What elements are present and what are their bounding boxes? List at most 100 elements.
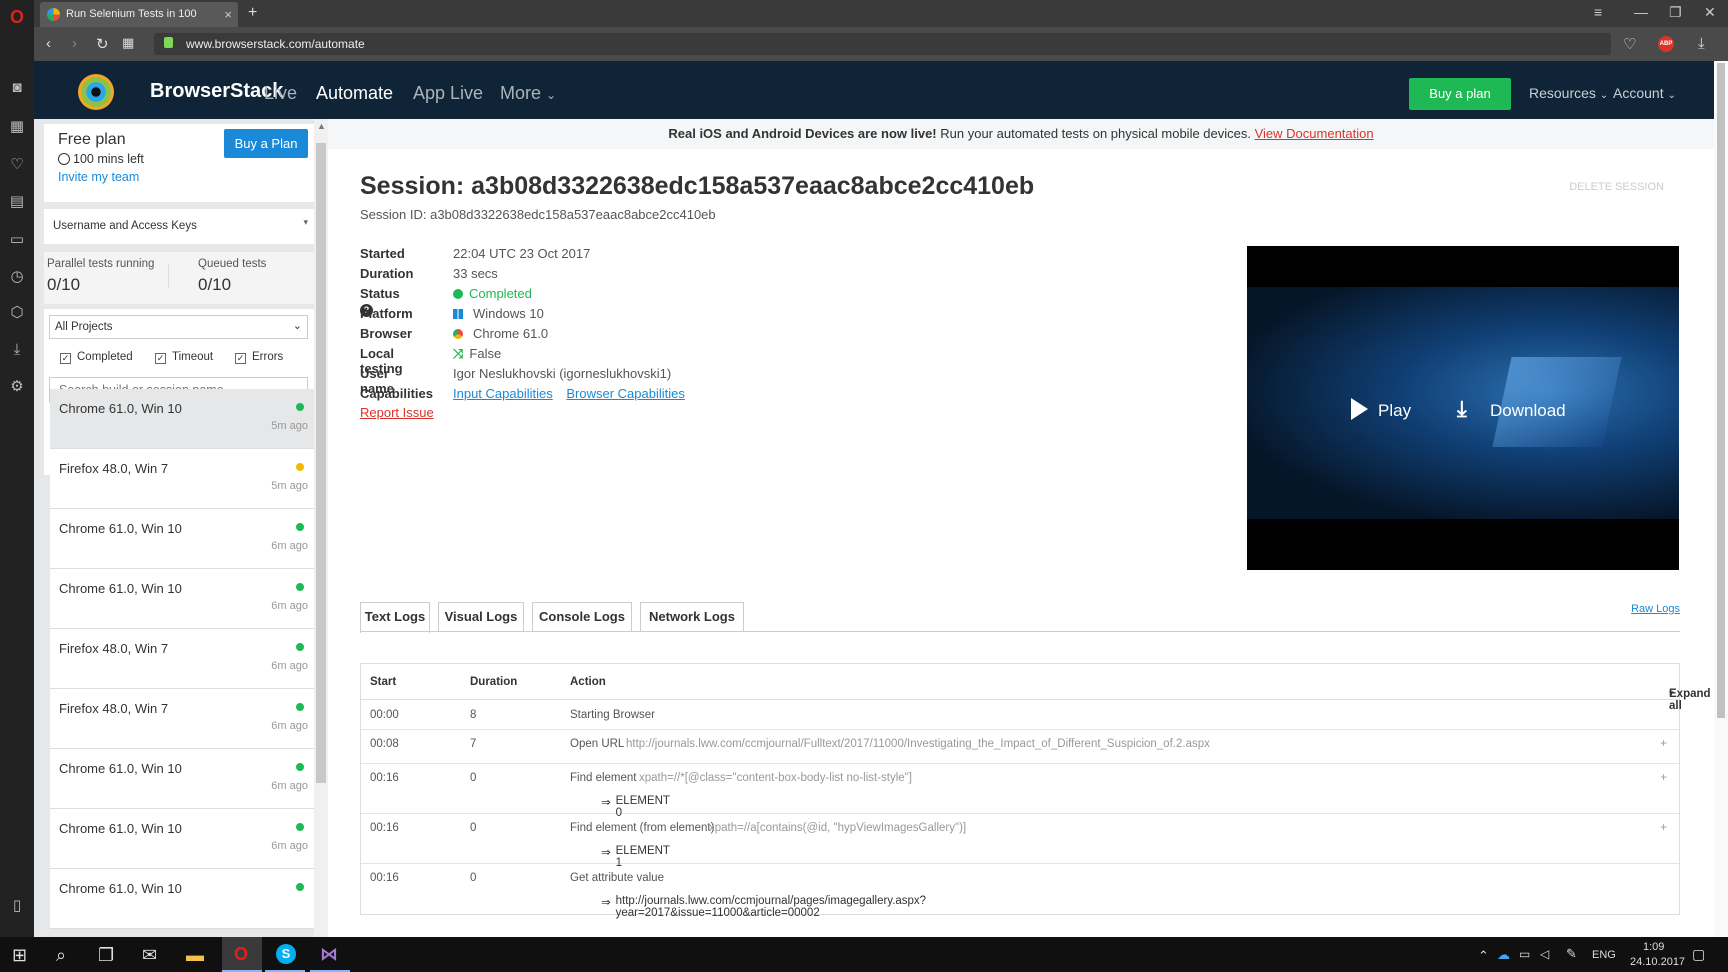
log-row[interactable]: 00:00 8 Starting Browser [361,700,1679,730]
clock-time[interactable]: 1:09 [1643,941,1664,953]
resources-chevron-icon: ⌄ [1599,90,1609,101]
session-list-item[interactable]: Firefox 48.0, Win 7 5m ago [50,449,314,509]
page-scrollbar[interactable] [1714,61,1728,937]
browser-capabilities-link[interactable]: Browser Capabilities [566,386,685,401]
project-select[interactable]: All Projects ⌄ [49,315,308,339]
volume-icon[interactable]: ◁ [1540,947,1549,961]
bookmark-heart-icon[interactable]: ♡ [1623,35,1636,53]
windows-start-icon[interactable]: ⊞ [12,945,27,966]
nav-app-live[interactable]: App Live [413,83,483,104]
skype-taskbar-app[interactable]: S [265,937,305,972]
session-list-item[interactable]: Firefox 48.0, Win 7 6m ago [50,629,314,689]
log-row[interactable]: 00:16 0 Get attribute value ⇒ http://jou… [361,864,1679,919]
nav-live[interactable]: Live [264,83,297,104]
invite-team-link[interactable]: Invite my team [58,170,139,184]
extensions-cube-icon[interactable]: ⬡ [7,303,27,323]
nav-more[interactable]: More ⌄ [500,83,556,104]
opera-taskbar-app[interactable]: O [222,937,262,972]
speed-dial-grid-icon[interactable]: ▦ [122,35,134,51]
log-detail: xpath=//a[contains(@id, "hypViewImagesGa… [709,822,967,834]
row-expand-icon[interactable]: + [1660,772,1667,784]
access-keys-panel[interactable]: Username and Access Keys ▾ [44,209,314,244]
language-indicator[interactable]: ENG [1592,949,1616,961]
tab-text-logs[interactable]: Text Logs [360,602,430,633]
new-tab-button[interactable]: + [248,4,257,22]
session-list-item[interactable]: Chrome 61.0, Win 10 [50,869,314,929]
tab-close-icon[interactable]: × [224,7,232,22]
log-row[interactable]: 00:08 7 Open URL http://journals.lww.com… [361,730,1679,764]
settings-gear-icon[interactable]: ⚙ [7,377,27,397]
stats-divider [168,264,169,288]
adblock-icon[interactable]: ABP [1658,36,1674,52]
snapshot-icon[interactable]: ◙ [7,78,27,98]
browserstack-logo-icon[interactable] [78,74,114,110]
reload-icon[interactable]: ↻ [96,35,109,53]
url-field[interactable]: www.browserstack.com/automate [154,33,1611,55]
session-list-item[interactable]: Chrome 61.0, Win 10 6m ago [50,569,314,629]
opera-logo-icon[interactable]: O [7,7,27,27]
account-chevron-icon: ⌄ [1667,90,1676,101]
sidebar-scrollbar[interactable]: ▲ [314,119,328,937]
access-keys-label: Username and Access Keys [53,220,197,232]
download-icon[interactable]: ⤓ [1457,396,1467,422]
speed-dial-icon[interactable]: ▦ [7,117,27,137]
onedrive-icon[interactable]: ☁ [1497,947,1510,963]
session-list-item[interactable]: Firefox 48.0, Win 7 6m ago [50,689,314,749]
session-video-player[interactable]: Play ⤓ Download [1247,246,1679,570]
scroll-up-icon[interactable]: ▲ [317,121,326,131]
sidebar-toggle-icon[interactable]: ▯ [7,896,27,916]
page-scroll-thumb[interactable] [1717,63,1725,718]
forward-icon[interactable]: › [72,35,77,52]
tab-console-logs[interactable]: Console Logs [532,602,632,632]
pen-icon[interactable]: ✎ [1566,946,1577,962]
tab-visual-logs[interactable]: Visual Logs [438,602,524,632]
session-list-item[interactable]: Chrome 61.0, Win 10 6m ago [50,809,314,869]
clock-date[interactable]: 24.10.2017 [1630,956,1685,968]
file-explorer-icon[interactable]: ▬ [186,945,204,966]
close-window-icon[interactable]: ✕ [1704,4,1716,21]
download-arrow-icon[interactable]: ⤓ [1698,35,1705,52]
filter-errors[interactable]: ✓ Errors [235,351,283,364]
buy-plan-button[interactable]: Buy a plan [1409,78,1511,110]
notifications-icon[interactable]: ▢ [1692,946,1705,963]
row-expand-icon[interactable]: + [1660,738,1667,750]
filter-timeout[interactable]: ✓ Timeout [155,351,213,364]
bookmarks-heart-icon[interactable]: ♡ [7,155,27,175]
news-icon[interactable]: ▤ [7,192,27,212]
task-view-icon[interactable]: ❐ [98,945,114,966]
downloads-icon[interactable]: ⤓ [7,340,27,360]
log-row[interactable]: 00:16 0 Find element xpath=//*[@class="c… [361,764,1679,819]
search-icon[interactable]: ⌕ [56,945,66,966]
mail-icon[interactable]: ✉ [142,945,157,966]
tray-expand-icon[interactable]: ⌃ [1478,948,1489,964]
browser-tab[interactable]: Run Selenium Tests in 100 × [40,2,238,27]
filter-completed[interactable]: ✓ Completed [60,351,133,364]
minimize-icon[interactable]: — [1634,4,1648,20]
tab-menu-icon[interactable]: ≡ [1594,4,1602,20]
tab-network-logs[interactable]: Network Logs [640,602,744,632]
restore-icon[interactable]: ❐ [1669,4,1682,21]
session-list-item[interactable]: Chrome 61.0, Win 10 6m ago [50,509,314,569]
visual-studio-taskbar-app[interactable]: ⋈ [310,937,350,972]
download-button[interactable]: Download [1490,401,1566,421]
nav-automate[interactable]: Automate [316,83,393,104]
resources-menu[interactable]: Resources ⌄ [1529,85,1608,101]
back-icon[interactable]: ‹ [46,35,51,52]
history-clock-icon[interactable]: ◷ [7,267,27,287]
session-list-item[interactable]: Chrome 61.0, Win 10 5m ago [50,389,314,449]
raw-logs-link[interactable]: Raw Logs [1631,603,1680,615]
delete-session-button[interactable]: DELETE SESSION [1569,181,1664,193]
network-icon[interactable]: ▭ [1519,947,1530,961]
account-menu[interactable]: Account ⌄ [1613,85,1676,101]
row-expand-icon[interactable]: + [1660,822,1667,834]
session-list-item[interactable]: Chrome 61.0, Win 10 6m ago [50,749,314,809]
play-button[interactable]: Play [1378,401,1411,421]
view-documentation-link[interactable]: View Documentation [1255,126,1374,141]
tabs-sync-icon[interactable]: ▭ [7,230,27,250]
sidebar-scroll-thumb[interactable] [316,143,326,783]
report-issue-link[interactable]: Report Issue [360,405,434,420]
log-row[interactable]: 00:16 0 Find element (from element) xpat… [361,814,1679,869]
buy-a-plan-button[interactable]: Buy a Plan [224,129,308,158]
play-icon[interactable] [1351,398,1368,420]
input-capabilities-link[interactable]: Input Capabilities [453,386,553,401]
